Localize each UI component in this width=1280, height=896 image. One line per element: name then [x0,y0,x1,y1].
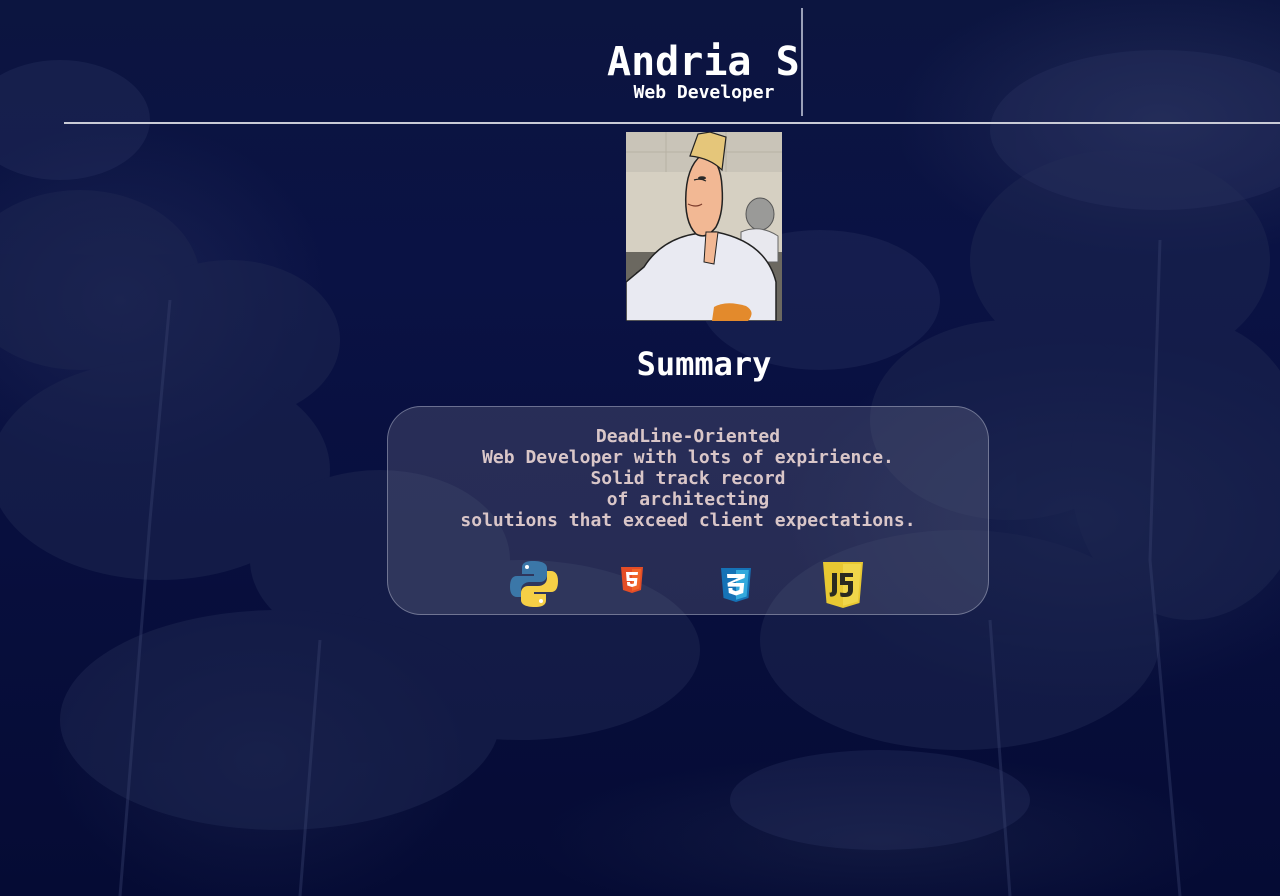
developer-name: Andria Shmatsko [607,39,801,85]
summary-card: DeadLine-Oriented Web Developer with lot… [387,406,989,615]
avatar [626,132,782,321]
site-header: Andria Shmatsko Web Developer [64,0,1280,124]
css3-icon [721,568,751,602]
summary-line: DeadLine-Oriented [595,426,781,447]
html5-icon [621,567,643,593]
summary-line: of architecting [606,489,770,510]
javascript-icon [823,562,863,608]
profile-photo-icon [626,132,782,321]
python-icon [510,561,558,607]
summary-line: Solid track record [590,468,786,489]
summary-heading: Summary [636,345,772,383]
summary-text: DeadLine-Oriented Web Developer with lot… [388,426,988,531]
developer-role: Web Developer [633,82,775,103]
summary-line: Web Developer with lots of expirience. [482,447,894,468]
summary-line: solutions that exceed client expectation… [460,510,916,531]
